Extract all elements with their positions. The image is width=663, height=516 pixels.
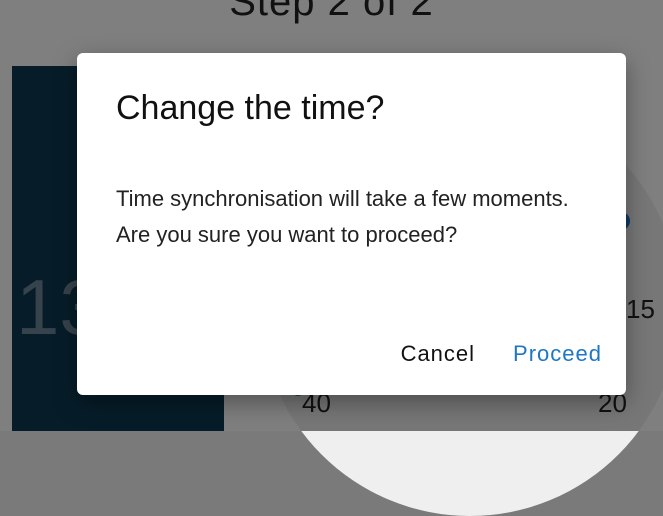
dialog-title: Change the time? <box>116 89 385 127</box>
proceed-button[interactable]: Proceed <box>513 341 602 367</box>
confirm-dialog: Change the time? Time synchronisation wi… <box>77 53 626 395</box>
dialog-message: Time synchronisation will take a few mom… <box>116 186 569 247</box>
dialog-actions: Cancel Proceed <box>401 341 602 367</box>
cancel-button[interactable]: Cancel <box>401 341 475 367</box>
